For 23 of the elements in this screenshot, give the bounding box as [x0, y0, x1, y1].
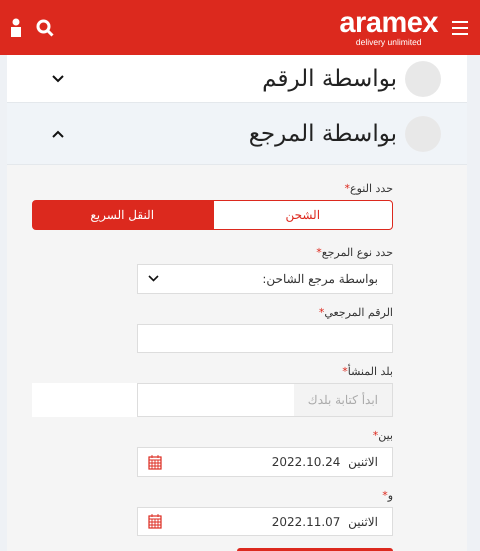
input-field[interactable]	[137, 324, 393, 354]
section-title: بواسطة الرقم	[262, 66, 397, 92]
field-label: بين*	[372, 429, 393, 444]
field-label: الرقم المرجعي*	[318, 306, 393, 320]
logo-tagline: delivery unlimited	[356, 36, 422, 46]
search-icon[interactable]	[36, 18, 54, 36]
type-tab[interactable]: النقل السريع	[32, 200, 212, 230]
chevron-down-icon	[52, 74, 64, 82]
section-title: بواسطة المرجع	[248, 120, 397, 146]
logo[interactable]: aramex	[339, 8, 438, 36]
menu-icon[interactable]	[452, 20, 468, 34]
chevron-down-icon[interactable]	[148, 275, 159, 282]
type-tab[interactable]: الشحن	[212, 200, 393, 230]
reference-type-select[interactable]: بواسطة مرجع الشاحن:	[137, 264, 393, 294]
user-icon[interactable]	[10, 18, 22, 38]
accordion-header[interactable]: بواسطة الرقم	[7, 55, 467, 103]
calendar-icon[interactable]	[148, 454, 162, 470]
chevron-up-icon	[52, 130, 64, 138]
field-label: بلد المنشأ*	[342, 365, 393, 380]
field-label: حدد النوع*	[344, 182, 393, 196]
calendar-icon[interactable]	[148, 514, 162, 530]
field-label: و*	[382, 488, 393, 503]
field-label: حدد نوع المرجع*	[316, 246, 393, 260]
